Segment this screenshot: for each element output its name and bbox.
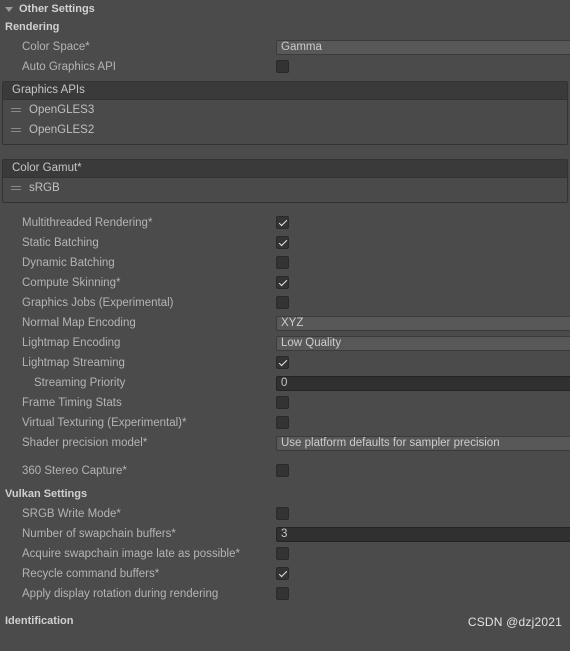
- label-lightmap-streaming: Lightmap Streaming: [22, 357, 125, 369]
- graphics-apis-list-footer: [3, 140, 567, 144]
- color-gamut-list-title: Color Gamut*: [3, 160, 567, 178]
- label-swapchain-buffers: Number of swapchain buffers*: [22, 528, 176, 540]
- label-compute-skinning: Compute Skinning*: [22, 277, 121, 289]
- acquire-swapchain-late-checkbox[interactable]: [276, 547, 289, 560]
- swapchain-buffers-input[interactable]: 3: [276, 527, 570, 542]
- row-static-batching[interactable]: Static Batching: [0, 233, 570, 253]
- section-header-rendering: Rendering: [5, 21, 60, 33]
- row-lightmap-encoding[interactable]: Lightmap Encoding Low Quality: [0, 333, 570, 353]
- list-item-label: sRGB: [29, 182, 60, 194]
- other-settings-panel: Other Settings Rendering Color Space* Ga…: [0, 0, 570, 651]
- label-shader-precision-model: Shader precision model*: [22, 437, 148, 449]
- row-shader-precision-model[interactable]: Shader precision model* Use platform def…: [0, 433, 570, 453]
- lightmap-encoding-dropdown[interactable]: Low Quality: [276, 336, 570, 351]
- virtual-texturing-checkbox[interactable]: [276, 416, 289, 429]
- lightmap-streaming-checkbox[interactable]: [276, 356, 289, 369]
- graphics-jobs-checkbox[interactable]: [276, 296, 289, 309]
- 360-stereo-capture-checkbox[interactable]: [276, 464, 289, 477]
- row-acquire-swapchain-late[interactable]: Acquire swapchain image late as possible…: [0, 544, 570, 564]
- row-dynamic-batching[interactable]: Dynamic Batching: [0, 253, 570, 273]
- srgb-write-mode-checkbox[interactable]: [276, 507, 289, 520]
- row-lightmap-streaming[interactable]: Lightmap Streaming: [0, 353, 570, 373]
- label-multithreaded-rendering: Multithreaded Rendering*: [22, 217, 153, 229]
- graphics-apis-list-body: OpenGLES3 OpenGLES2: [3, 100, 567, 144]
- list-item-label: OpenGLES2: [29, 124, 95, 136]
- graphics-apis-list[interactable]: Graphics APIs OpenGLES3 OpenGLES2: [2, 81, 568, 145]
- color-space-dropdown[interactable]: Gamma: [276, 40, 570, 55]
- row-virtual-texturing[interactable]: Virtual Texturing (Experimental)*: [0, 413, 570, 433]
- row-apply-display-rotation[interactable]: Apply display rotation during rendering: [0, 584, 570, 604]
- row-graphics-jobs[interactable]: Graphics Jobs (Experimental): [0, 293, 570, 313]
- other-settings-foldout[interactable]: Other Settings: [0, 0, 570, 18]
- section-header-vulkan-settings: Vulkan Settings: [5, 488, 88, 500]
- label-frame-timing-stats: Frame Timing Stats: [22, 397, 122, 409]
- streaming-priority-input[interactable]: 0: [276, 376, 570, 391]
- multithreaded-rendering-checkbox[interactable]: [276, 216, 289, 229]
- drag-handle-icon[interactable]: [11, 108, 21, 112]
- label-dynamic-batching: Dynamic Batching: [22, 257, 115, 269]
- static-batching-checkbox[interactable]: [276, 236, 289, 249]
- label-color-space: Color Space*: [22, 41, 90, 53]
- recycle-command-buffers-checkbox[interactable]: [276, 567, 289, 580]
- color-gamut-list-body: sRGB: [3, 178, 567, 202]
- row-color-space[interactable]: Color Space* Gamma: [0, 37, 570, 57]
- compute-skinning-checkbox[interactable]: [276, 276, 289, 289]
- label-graphics-jobs: Graphics Jobs (Experimental): [22, 297, 174, 309]
- label-streaming-priority: Streaming Priority: [34, 377, 126, 389]
- row-frame-timing-stats[interactable]: Frame Timing Stats: [0, 393, 570, 413]
- label-recycle-command-buffers: Recycle command buffers*: [22, 568, 160, 580]
- label-lightmap-encoding: Lightmap Encoding: [22, 337, 121, 349]
- row-compute-skinning[interactable]: Compute Skinning*: [0, 273, 570, 293]
- label-normal-map-encoding: Normal Map Encoding: [22, 317, 136, 329]
- row-normal-map-encoding[interactable]: Normal Map Encoding XYZ: [0, 313, 570, 333]
- page-title: Other Settings: [19, 3, 95, 15]
- row-streaming-priority[interactable]: Streaming Priority 0: [0, 373, 570, 393]
- row-auto-graphics-api[interactable]: Auto Graphics API: [0, 57, 570, 77]
- triangle-down-icon: [5, 6, 13, 12]
- label-acquire-swapchain-late: Acquire swapchain image late as possible…: [22, 548, 240, 560]
- color-gamut-list[interactable]: Color Gamut* sRGB: [2, 159, 568, 203]
- list-item-label: OpenGLES3: [29, 104, 95, 116]
- normal-map-encoding-dropdown[interactable]: XYZ: [276, 316, 570, 331]
- row-srgb-write-mode[interactable]: SRGB Write Mode*: [0, 504, 570, 524]
- label-srgb-write-mode: SRGB Write Mode*: [22, 508, 121, 520]
- label-static-batching: Static Batching: [22, 237, 99, 249]
- row-recycle-command-buffers[interactable]: Recycle command buffers*: [0, 564, 570, 584]
- row-multithreaded-rendering[interactable]: Multithreaded Rendering*: [0, 213, 570, 233]
- frame-timing-stats-checkbox[interactable]: [276, 396, 289, 409]
- shader-precision-model-dropdown[interactable]: Use platform defaults for sampler precis…: [276, 436, 570, 451]
- row-360-stereo-capture[interactable]: 360 Stereo Capture*: [0, 461, 570, 481]
- label-virtual-texturing: Virtual Texturing (Experimental)*: [22, 417, 187, 429]
- apply-display-rotation-checkbox[interactable]: [276, 587, 289, 600]
- dynamic-batching-checkbox[interactable]: [276, 256, 289, 269]
- label-apply-display-rotation: Apply display rotation during rendering: [22, 588, 219, 600]
- list-item[interactable]: sRGB: [3, 178, 567, 198]
- graphics-apis-list-title: Graphics APIs: [3, 82, 567, 100]
- watermark-text: CSDN @dzj2021: [467, 615, 562, 629]
- color-gamut-list-footer: [3, 198, 567, 202]
- auto-graphics-api-checkbox[interactable]: [276, 60, 289, 73]
- label-360-stereo-capture: 360 Stereo Capture*: [22, 465, 127, 477]
- row-swapchain-buffers[interactable]: Number of swapchain buffers* 3: [0, 524, 570, 544]
- list-item[interactable]: OpenGLES3: [3, 100, 567, 120]
- list-item[interactable]: OpenGLES2: [3, 120, 567, 140]
- label-auto-graphics-api: Auto Graphics API: [22, 61, 116, 73]
- drag-handle-icon[interactable]: [11, 186, 21, 190]
- drag-handle-icon[interactable]: [11, 128, 21, 132]
